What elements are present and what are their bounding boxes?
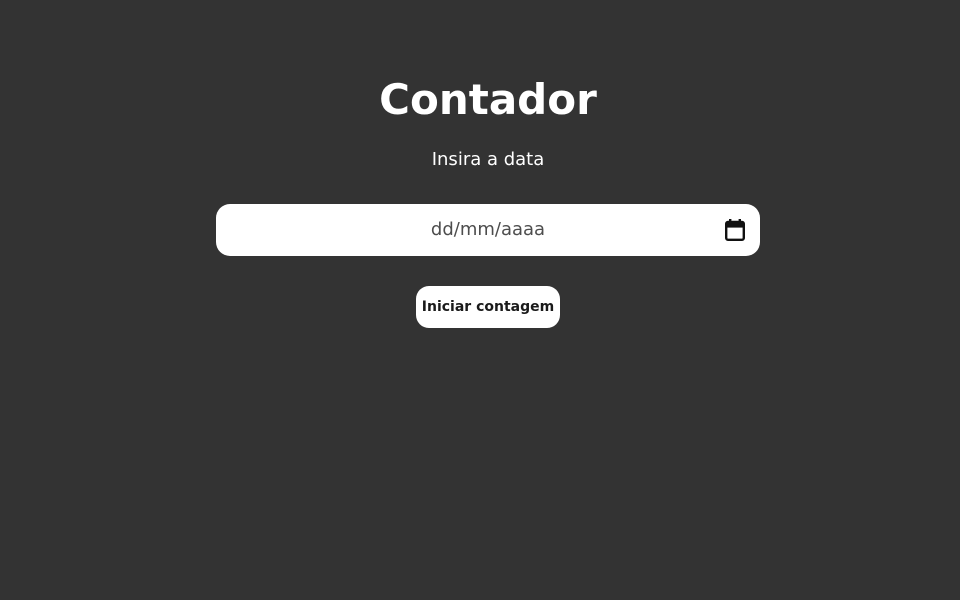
date-input-placeholder[interactable]: dd/mm/aaaa [216,218,760,242]
start-count-button[interactable]: Iniciar contagem [416,286,560,328]
counter-page: Contador Insira a data dd/mm/aaaa Inicia… [0,0,960,600]
calendar-icon[interactable] [725,219,746,241]
page-subtitle: Insira a data [431,149,545,170]
page-title: Contador [379,75,597,124]
date-input[interactable]: dd/mm/aaaa [216,204,760,256]
